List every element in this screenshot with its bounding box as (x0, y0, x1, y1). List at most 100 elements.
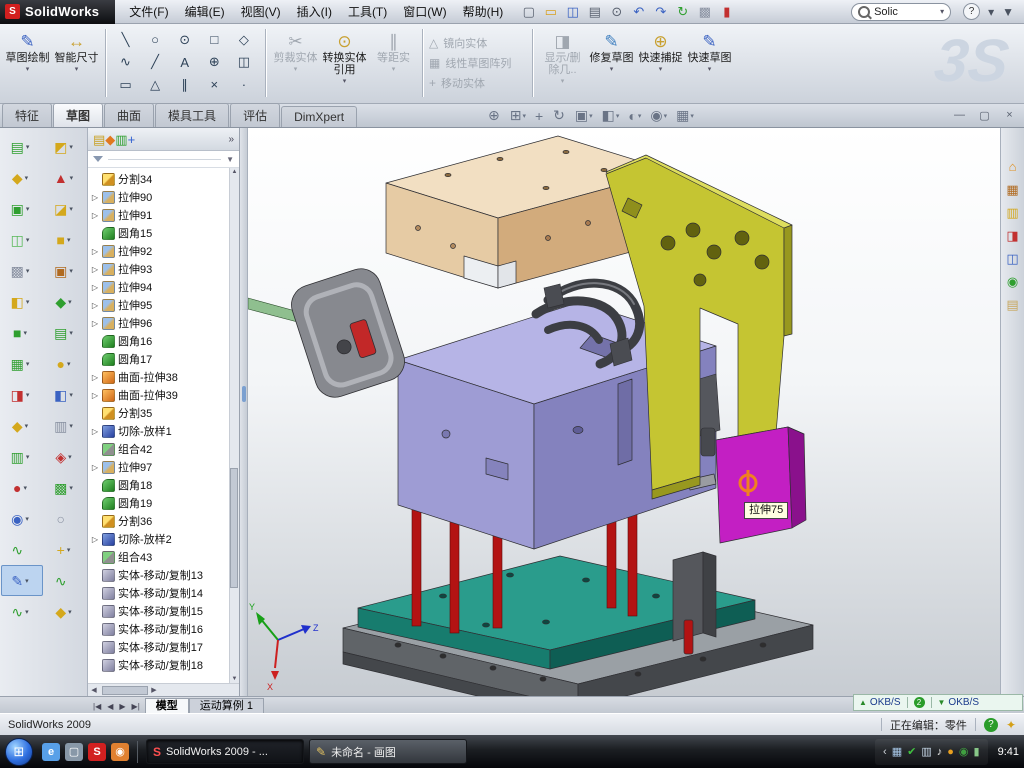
sketch-tool-icon[interactable]: ◫ (230, 52, 257, 73)
sketch-tool-icon[interactable]: ⊕ (201, 52, 228, 73)
undo-icon[interactable]: ↶ (629, 2, 648, 21)
tree-item[interactable]: 实体-移动/复制14 (88, 584, 230, 602)
expand-arrow-icon[interactable]: ▷ (91, 319, 99, 328)
dropdown-arrow-icon[interactable]: ▾ (610, 65, 614, 73)
help-button[interactable]: ? (963, 3, 980, 20)
search-dropdown-icon[interactable]: ▾ (940, 7, 944, 16)
ribbon-button[interactable]: ✂ 剪裁实体 ▾ (272, 27, 319, 97)
tree-item[interactable]: ▷ 拉伸96 (88, 314, 230, 332)
window-menu-icon[interactable]: ▼ (1002, 5, 1014, 19)
minimize-button[interactable]: — (953, 109, 966, 122)
scene-icon[interactable]: ◉ ▾ (650, 107, 667, 124)
command-tab[interactable]: 特征 (2, 103, 52, 127)
tree-item[interactable]: 实体-移动/复制16 (88, 620, 230, 638)
tree-item[interactable]: 组合43 (88, 548, 230, 566)
dropdown-arrow-icon[interactable]: ▾ (294, 65, 298, 73)
ribbon-button[interactable]: ◨ 显示/删除几.. ▾ (539, 27, 586, 97)
expand-arrow-icon[interactable]: ▷ (91, 373, 99, 382)
dropdown-arrow-icon[interactable]: ▾ (708, 65, 712, 73)
display-style-icon[interactable]: ◐ ▾ (628, 108, 641, 124)
media-player-icon[interactable]: ◉ (111, 743, 129, 761)
tree-item[interactable]: 实体-移动/复制15 (88, 602, 230, 620)
left-toolbar-button[interactable]: ∿ (45, 565, 87, 596)
solidworks-launcher-icon[interactable]: S (88, 743, 106, 761)
tree-item[interactable]: ▷ 拉伸93 (88, 260, 230, 278)
open-icon[interactable]: ▭ (541, 2, 560, 21)
splitter-grip[interactable] (242, 386, 246, 402)
model-tab[interactable]: 模型 (145, 698, 189, 713)
zoom-fit-icon[interactable]: ⊕ (488, 107, 501, 124)
scroll-up-icon[interactable]: ▲ (230, 168, 239, 177)
tree-item[interactable]: ▷ 拉伸95 (88, 296, 230, 314)
solidworks-resources-icon[interactable]: ◨ (1006, 229, 1018, 243)
expand-arrow-icon[interactable]: ▷ (91, 463, 99, 472)
custom-properties-icon[interactable]: ▤ (1006, 298, 1018, 312)
ribbon-button[interactable]: ↔ 智能尺寸 ▾ (53, 27, 100, 97)
left-toolbar-button[interactable]: ▣ ▾ (45, 255, 87, 286)
sketch-tool-icon[interactable]: A (171, 52, 198, 73)
design-library-icon[interactable]: ▦ (1006, 183, 1018, 197)
hidden-icons-button[interactable]: ‹ (883, 746, 887, 758)
tree-item[interactable]: ▷ 切除-放样2 (88, 530, 230, 548)
sketch-tool-icon[interactable]: ⊙ (171, 29, 198, 50)
left-toolbar-button[interactable]: ▥ ▾ (1, 441, 43, 472)
left-toolbar-button[interactable]: ■ ▾ (1, 317, 43, 348)
dropdown-arrow-icon[interactable]: ▾ (659, 65, 663, 73)
flyout-arrow-icon[interactable]: ▾ (68, 453, 75, 461)
tree-item[interactable]: 实体-移动/复制13 (88, 566, 230, 584)
left-toolbar-button[interactable]: ◆ ▾ (1, 162, 43, 193)
expand-arrow-icon[interactable]: ▷ (91, 427, 99, 436)
view-palette-icon[interactable]: ◫ (1006, 252, 1018, 266)
flyout-arrow-icon[interactable]: ▾ (67, 236, 74, 244)
tree-item[interactable]: ▷ 拉伸91 (88, 206, 230, 224)
ribbon-button[interactable]: ∥ 等距实 ▾ (370, 27, 417, 97)
flyout-arrow-icon[interactable]: ▾ (68, 608, 75, 616)
sketch-tool-icon[interactable]: ╱ (142, 52, 169, 73)
search-box[interactable]: Solic ▾ (851, 3, 951, 21)
expand-arrow-icon[interactable]: ▷ (91, 265, 99, 274)
flyout-arrow-icon[interactable]: ▾ (25, 515, 32, 523)
flyout-arrow-icon[interactable]: ▾ (67, 546, 74, 554)
internet-explorer-icon[interactable]: e (42, 743, 60, 761)
propertymanager-icon[interactable]: ◆ (105, 132, 115, 147)
left-toolbar-button[interactable]: ◆ ▾ (45, 596, 87, 627)
ribbon-stack-button[interactable]: △ 镜向实体 (429, 35, 527, 51)
tree-item[interactable]: ▷ 拉伸92 (88, 242, 230, 260)
tab-scroll-button[interactable]: |◀ (90, 702, 104, 711)
ribbon-button[interactable]: ⊕ 快速捕捉 ▾ (637, 27, 684, 97)
task-button[interactable]: ✎ 未命名 - 画图 (309, 739, 467, 764)
flyout-arrow-icon[interactable]: ▾ (25, 174, 32, 182)
menu-item[interactable]: 工具(T) (340, 0, 395, 24)
scroll-right-icon[interactable]: ▶ (148, 686, 160, 694)
ribbon-stack-button[interactable]: ▦ 线性草图阵列 (429, 55, 527, 71)
flyout-arrow-icon[interactable]: ▾ (69, 143, 76, 151)
tree-item[interactable]: 圆角19 (88, 494, 230, 512)
menu-item[interactable]: 帮助(H) (455, 0, 512, 24)
pan-icon[interactable]: + (535, 108, 544, 124)
status-help-icon[interactable]: ? (984, 718, 998, 732)
rebuild-icon[interactable]: ↻ (673, 2, 692, 21)
tree-vertical-scrollbar[interactable]: ▲ ▼ (229, 168, 239, 684)
new-document-icon[interactable]: ▢ (519, 2, 538, 21)
home-icon[interactable]: ⌂ (1009, 160, 1017, 174)
camera-icon[interactable]: ▦ ▾ (676, 107, 694, 124)
left-toolbar-button[interactable]: ◧ ▾ (45, 379, 87, 410)
sketch-tool-icon[interactable]: ▭ (112, 74, 139, 95)
tree-item[interactable]: ▷ 拉伸94 (88, 278, 230, 296)
print-icon[interactable]: ▤ (585, 2, 604, 21)
save-icon[interactable]: ◫ (563, 2, 582, 21)
sketch-tool-icon[interactable]: ∥ (171, 74, 198, 95)
left-toolbar-button[interactable]: ◨ ▾ (1, 379, 43, 410)
menu-item[interactable]: 插入(I) (289, 0, 340, 24)
left-toolbar-button[interactable]: ● ▾ (45, 348, 87, 379)
flyout-arrow-icon[interactable]: ▾ (69, 484, 76, 492)
left-toolbar-button[interactable]: ◉ ▾ (1, 503, 43, 534)
dropdown-arrow-icon[interactable]: ▾ (561, 77, 565, 85)
print-preview-icon[interactable]: ⊙ (607, 2, 626, 21)
flyout-arrow-icon[interactable]: ▾ (68, 298, 75, 306)
tree-item[interactable]: 分割34 (88, 170, 230, 188)
tree-item[interactable]: ▷ 拉伸90 (88, 188, 230, 206)
command-tab[interactable]: DimXpert (281, 106, 357, 127)
tab-scroll-button[interactable]: ◀ (104, 702, 116, 711)
color-swatch-icon[interactable]: ▮ (717, 2, 736, 21)
